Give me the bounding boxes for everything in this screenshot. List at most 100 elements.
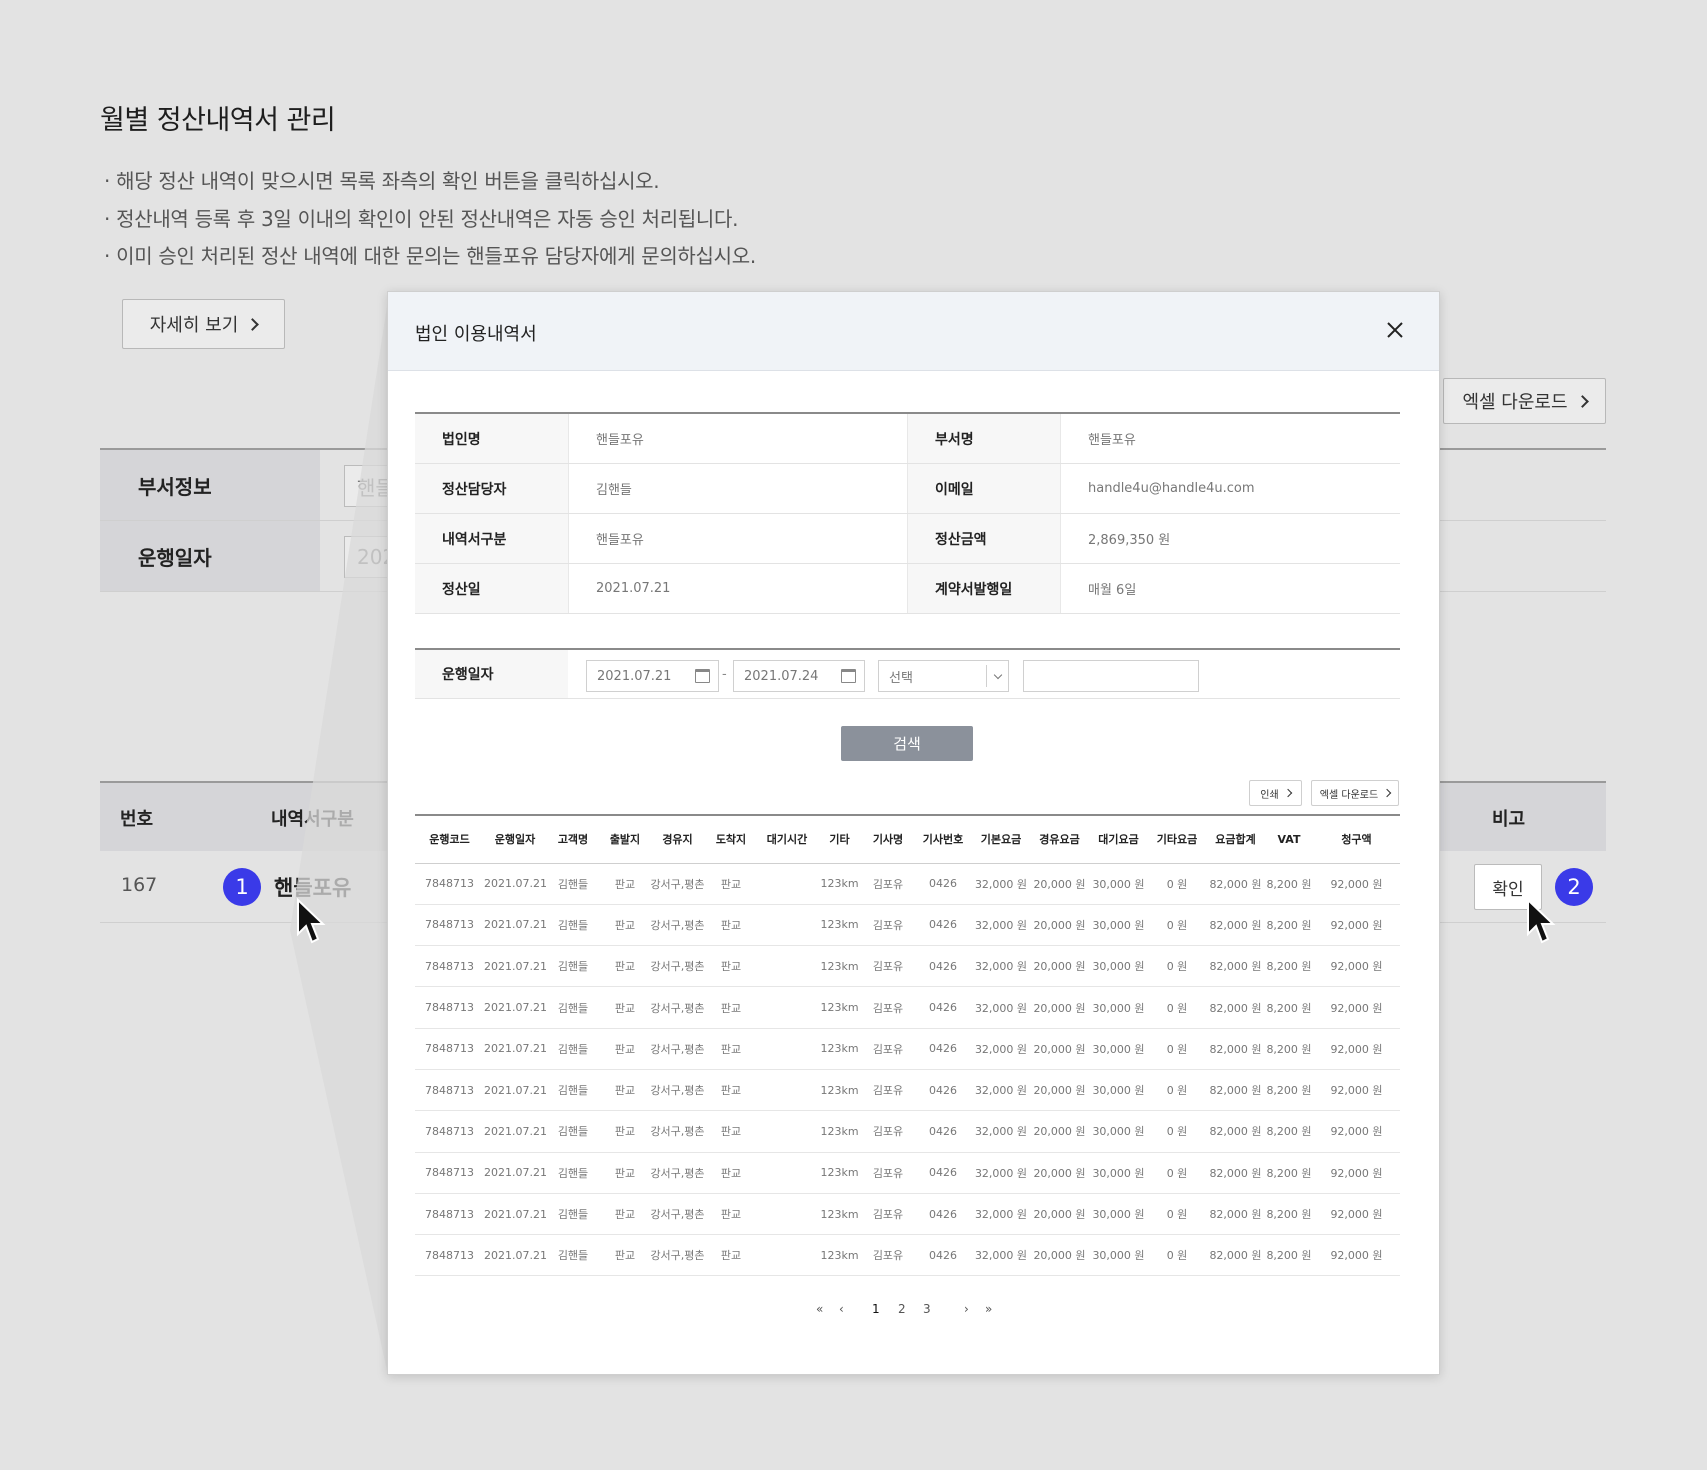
table-cell: 92,000 원 [1313, 1193, 1400, 1236]
table-row[interactable]: 7848713 2021.07.21 김핸들 판교 강서구,평촌 판교 123km 김포유 04… [415, 1028, 1400, 1070]
pagination: « ‹ 1 2 3 › » [388, 1302, 1439, 1322]
table-cell: 30,000 원 [1089, 1069, 1148, 1112]
table-cell: 8,200 원 [1265, 1193, 1313, 1236]
table-cell: 20,000 원 [1030, 1193, 1089, 1236]
table-cell: 2021.07.21 [484, 1234, 547, 1277]
table-cell: 2021.07.21 [484, 1069, 547, 1112]
table-cell: 강서구,평촌 [650, 1069, 705, 1112]
info-label: 계약서발행일 [907, 564, 1060, 613]
table-cell: 판교 [705, 904, 757, 947]
calendar-icon[interactable] [695, 669, 710, 683]
table-row[interactable]: 7848713 2021.07.21 김핸들 판교 강서구,평촌 판교 123km 김포유 04… [415, 986, 1400, 1029]
table-cell: 92,000 원 [1313, 1234, 1400, 1277]
last-page-button[interactable]: » [985, 1302, 992, 1316]
info-label: 정산일 [415, 564, 568, 613]
table-cell [757, 986, 817, 1029]
page-number[interactable]: 1 [872, 1302, 880, 1316]
table-cell: 123km [817, 1028, 862, 1070]
column-header: 출발지 [600, 815, 650, 864]
first-page-button[interactable]: « [816, 1302, 823, 1316]
table-cell: 판교 [600, 863, 650, 905]
table-row[interactable]: 7848713 2021.07.21 김핸들 판교 강서구,평촌 판교 123km 김포유 04… [415, 1234, 1400, 1277]
next-page-button[interactable]: › [964, 1302, 969, 1316]
table-cell: 판교 [600, 1028, 650, 1070]
table-cell: 김핸들 [546, 1193, 600, 1236]
table-cell: 82,000 원 [1206, 1193, 1265, 1236]
table-cell: 7848713 [415, 1193, 484, 1236]
table-cell: 0 원 [1148, 1110, 1206, 1153]
table-cell: 82,000 원 [1206, 1234, 1265, 1277]
chevron-right-icon [1382, 788, 1392, 798]
table-cell: 김포유 [862, 986, 914, 1029]
search-row: 운행일자 2021.07.21 - 2021.07.24 선택 [415, 648, 1400, 699]
table-cell: 20,000 원 [1030, 986, 1089, 1029]
table-cell: 82,000 원 [1206, 1110, 1265, 1153]
column-header: 경유요금 [1030, 815, 1089, 864]
table-cell: 판교 [705, 1110, 757, 1153]
date-to-input[interactable]: 2021.07.24 [733, 660, 865, 692]
table-cell: 김포유 [862, 1234, 914, 1277]
print-button[interactable]: 인쇄 [1249, 780, 1302, 806]
table-cell: 0 원 [1148, 904, 1206, 947]
table-cell: 김핸들 [546, 1110, 600, 1153]
table-cell: 20,000 원 [1030, 1234, 1089, 1277]
table-cell: 강서구,평촌 [650, 1028, 705, 1070]
category-select[interactable]: 선택 [878, 660, 1009, 692]
table-cell: 0426 [914, 986, 972, 1029]
table-row[interactable]: 7848713 2021.07.21 김핸들 판교 강서구,평촌 판교 123km 김포유 04… [415, 863, 1400, 905]
table-cell: 판교 [600, 904, 650, 947]
search-button[interactable]: 검색 [841, 726, 973, 761]
table-cell: 강서구,평촌 [650, 1110, 705, 1153]
usage-table: 운행코드 운행일자 고객명 출발지 경유지 도착지 대기시간 기타 기사명 기사번호 기본요금 경유요… [415, 814, 1400, 1277]
table-cell: 7848713 [415, 1234, 484, 1277]
table-row[interactable]: 7848713 2021.07.21 김핸들 판교 강서구,평촌 판교 123km 김포유 04… [415, 1152, 1400, 1194]
table-cell: 김핸들 [546, 1028, 600, 1070]
column-header: 청구액 [1313, 815, 1400, 864]
table-row[interactable]: 7848713 2021.07.21 김핸들 판교 강서구,평촌 판교 123km 김포유 04… [415, 945, 1400, 988]
info-value: handle4u@handle4u.com [1060, 464, 1400, 513]
table-cell: 123km [817, 1193, 862, 1236]
table-cell: 82,000 원 [1206, 863, 1265, 905]
page-number[interactable]: 2 [898, 1302, 906, 1316]
table-cell: 판교 [600, 1110, 650, 1153]
table-cell: 2021.07.21 [484, 1028, 547, 1070]
calendar-icon[interactable] [841, 669, 856, 683]
table-cell: 8,200 원 [1265, 986, 1313, 1029]
table-cell: 123km [817, 1069, 862, 1112]
table-cell: 123km [817, 1234, 862, 1277]
usage-statement-modal: 법인 이용내역서 법인명 핸들포유 부서명 핸들포유 정산담당자 김핸들 이메일… [387, 291, 1440, 1375]
table-cell [757, 1069, 817, 1112]
close-icon[interactable] [1383, 318, 1407, 342]
table-cell: 판교 [705, 863, 757, 905]
table-cell: 82,000 원 [1206, 904, 1265, 947]
table-cell: 0 원 [1148, 1028, 1206, 1070]
table-cell: 20,000 원 [1030, 863, 1089, 905]
table-cell [757, 904, 817, 947]
prev-page-button[interactable]: ‹ [839, 1302, 844, 1316]
page-number[interactable]: 3 [923, 1302, 931, 1316]
chevron-right-icon [1283, 788, 1292, 798]
table-cell: 32,000 원 [972, 863, 1030, 905]
table-cell: 강서구,평촌 [650, 1234, 705, 1277]
table-row[interactable]: 7848713 2021.07.21 김핸들 판교 강서구,평촌 판교 123km 김포유 04… [415, 1069, 1400, 1112]
table-cell: 7848713 [415, 904, 484, 947]
table-cell: 7848713 [415, 1152, 484, 1194]
keyword-input[interactable] [1023, 660, 1199, 692]
table-cell: 판교 [705, 1193, 757, 1236]
table-row[interactable]: 7848713 2021.07.21 김핸들 판교 강서구,평촌 판교 123km 김포유 04… [415, 1193, 1400, 1236]
table-cell: 7848713 [415, 1069, 484, 1112]
print-label: 인쇄 [1260, 789, 1279, 801]
info-table: 법인명 핸들포유 부서명 핸들포유 정산담당자 김핸들 이메일 handle4u… [415, 412, 1400, 614]
table-cell: 82,000 원 [1206, 986, 1265, 1029]
date-from-input[interactable]: 2021.07.21 [586, 660, 719, 692]
table-row[interactable]: 7848713 2021.07.21 김핸들 판교 강서구,평촌 판교 123km 김포유 04… [415, 904, 1400, 947]
table-cell [757, 945, 817, 988]
table-cell: 7848713 [415, 986, 484, 1029]
table-cell [757, 1110, 817, 1153]
info-row: 내역서구분 핸들포유 정산금액 2,869,350 원 [415, 514, 1400, 564]
excel-label: 엑셀 다운로드 [1319, 789, 1379, 801]
table-cell: 7848713 [415, 1110, 484, 1153]
modal-excel-download-button[interactable]: 엑셀 다운로드 [1311, 780, 1399, 806]
table-cell: 판교 [705, 986, 757, 1029]
table-row[interactable]: 7848713 2021.07.21 김핸들 판교 강서구,평촌 판교 123km 김포유 04… [415, 1110, 1400, 1153]
